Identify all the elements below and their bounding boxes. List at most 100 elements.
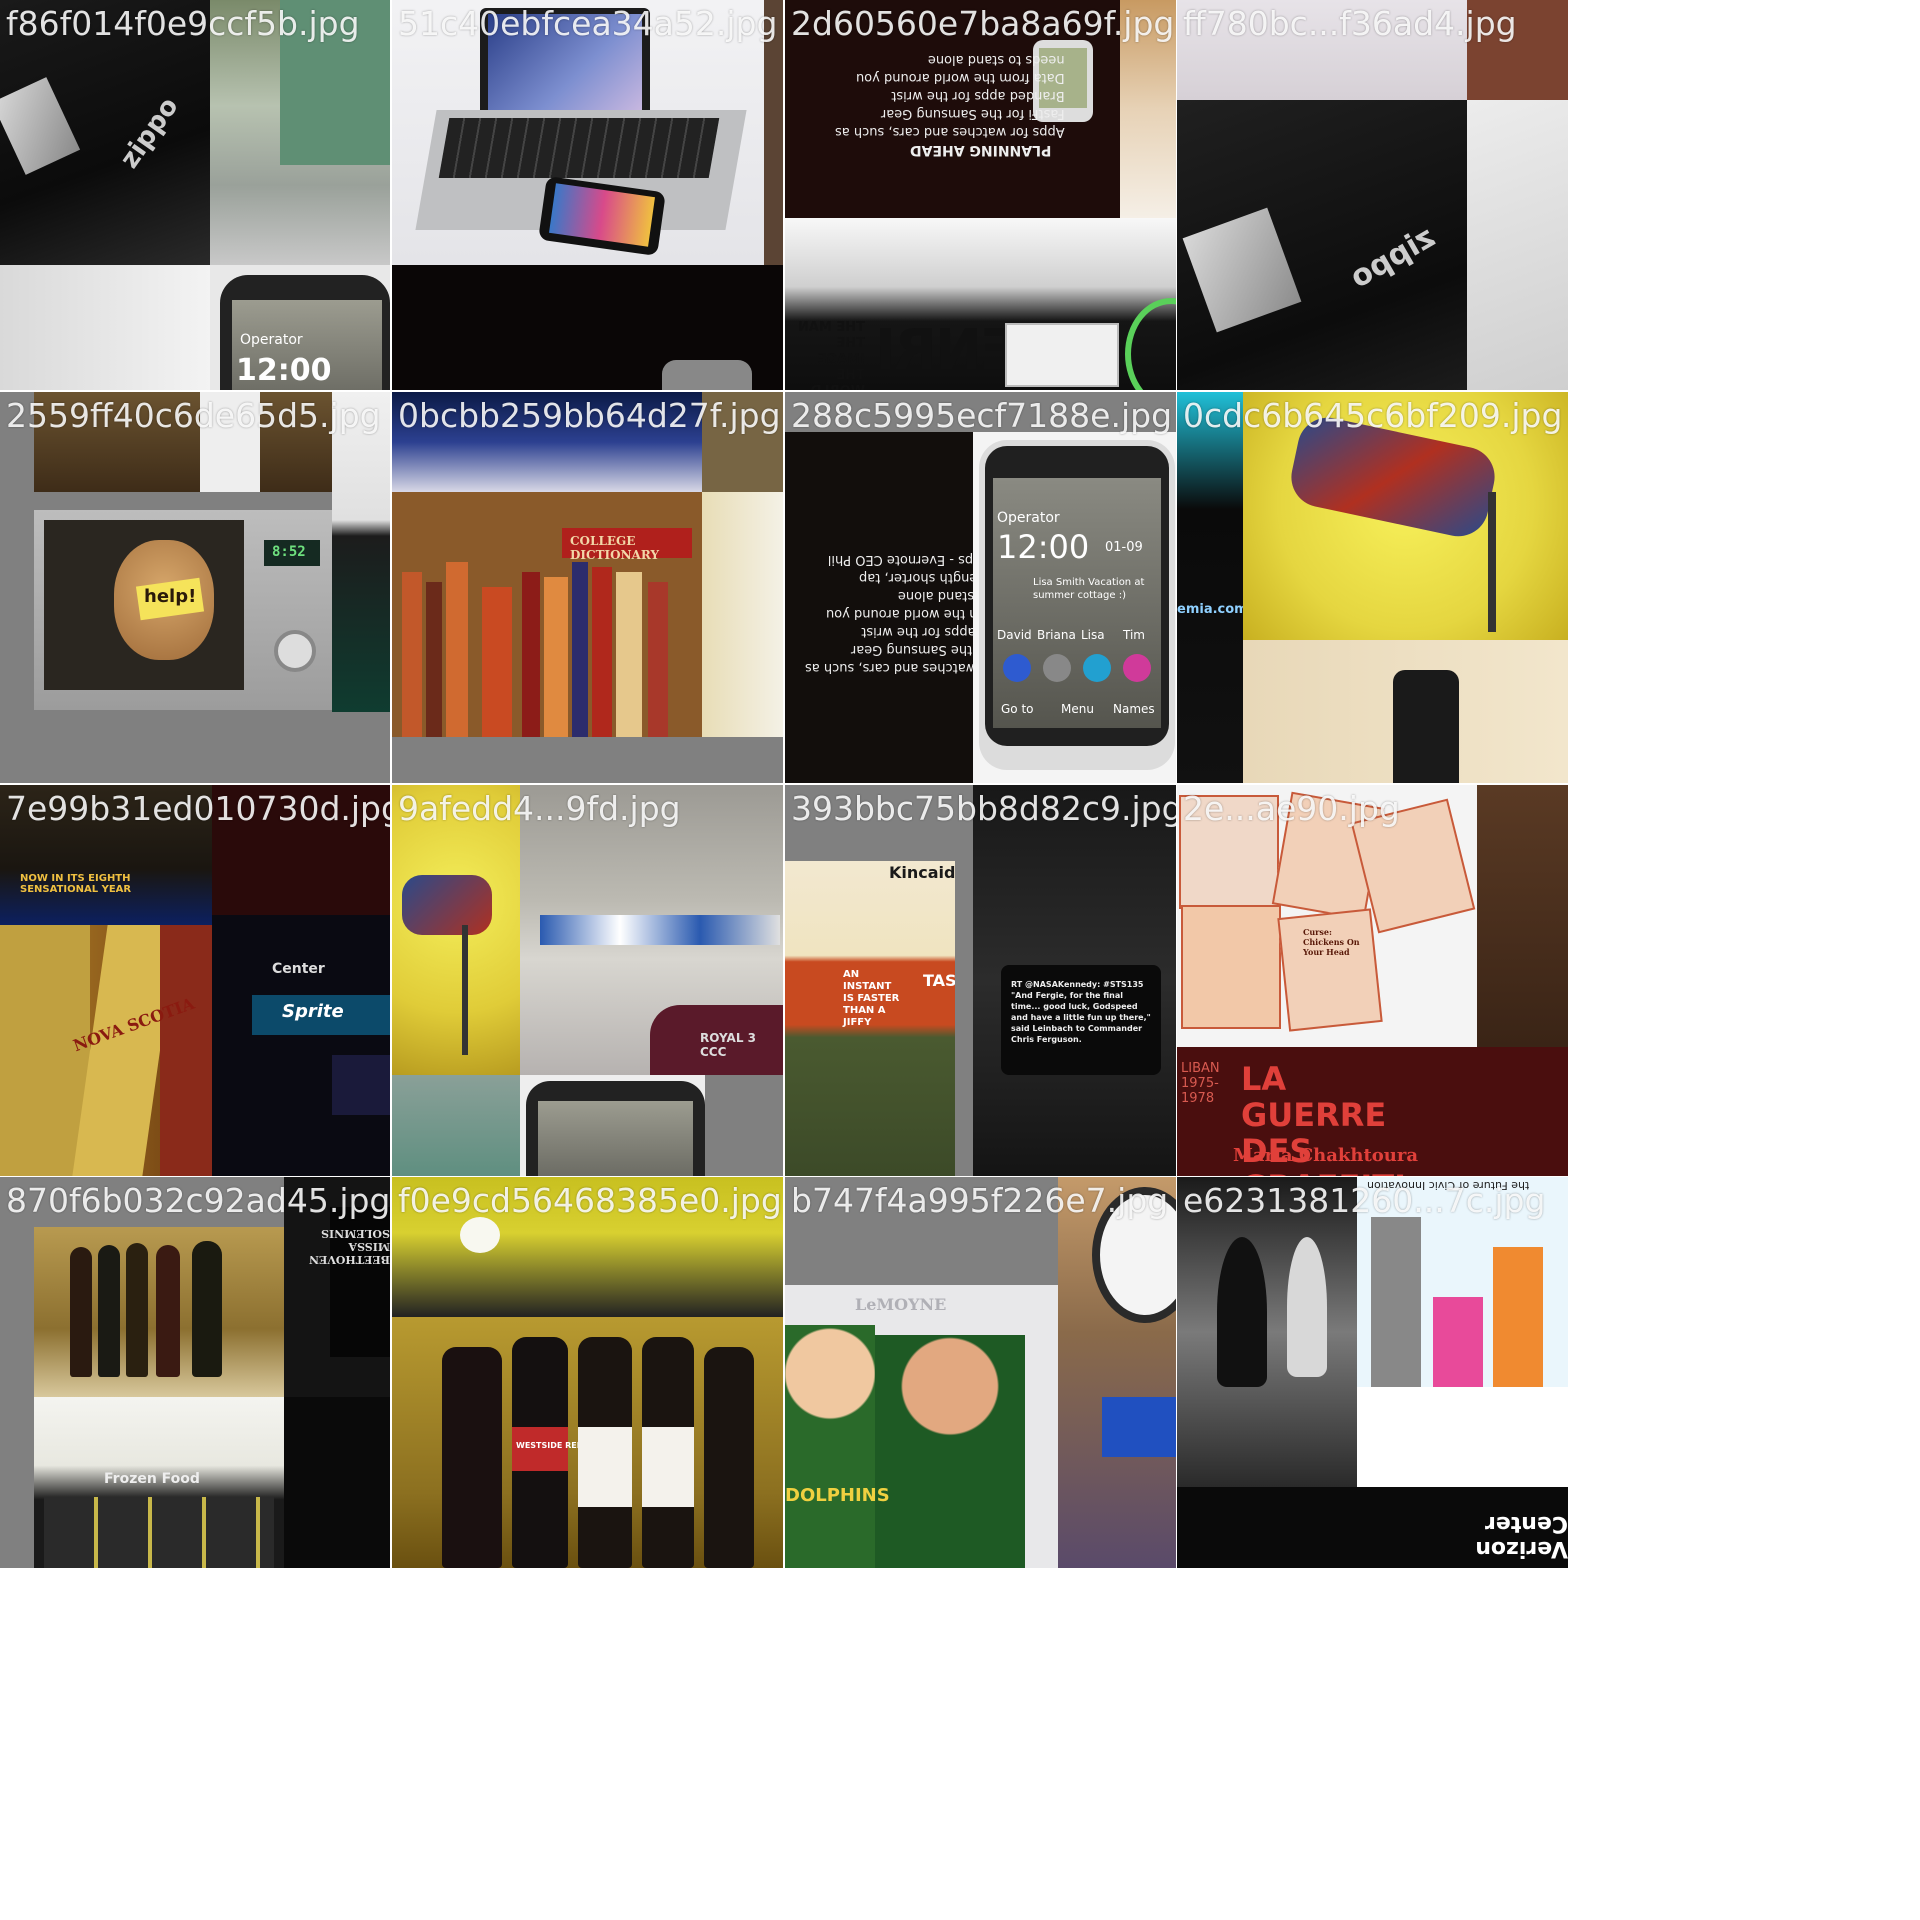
tile-photo: emia.com: [1177, 392, 1243, 783]
tile-photo: Frozen Food: [34, 1397, 284, 1568]
tile[interactable]: help! 8:52 2559ff40c6de65d5.jpg: [0, 392, 390, 783]
tile[interactable]: the Future of Civic Innovation Verizon C…: [1177, 1177, 1568, 1568]
tile[interactable]: LeMOYNE DOLPHINS b747f4a995f226e7.jpg: [785, 1177, 1176, 1568]
image-grid: zippo Operator 12:00 f86f014f0e9ccf5b.jp…: [0, 0, 1920, 1920]
tile-photo: ROYAL 3 CCC: [520, 785, 783, 1075]
tile-photo-text: RT @NASAKennedy: #STS135 "And Fergie, fo…: [1011, 980, 1151, 1044]
tile-photo-text: BEETHOVEN MISSA SOLEMNIS: [308, 1227, 390, 1266]
tile[interactable]: ROYAL 3 CCC 9afedd4...9fd.jpg: [392, 785, 783, 1176]
tile-photo: [392, 265, 783, 390]
tile-photo: [1058, 1177, 1176, 1568]
tile[interactable]: zippo Operator 12:00 f86f014f0e9ccf5b.jp…: [0, 0, 390, 390]
tile-photo: NOW IN ITS EIGHTH SENSATIONAL YEAR: [0, 785, 212, 925]
tile-photo: LeMOYNE DOLPHINS: [785, 1285, 1058, 1568]
tile-photo: [1177, 0, 1467, 100]
tile[interactable]: 51c40ebfcea34a52.jpg: [392, 0, 783, 390]
tile-photo-text: Sprite: [282, 1001, 344, 1022]
tile[interactable]: COLLEGE DICTIONARY 0bcbb259bb64d27f.jpg: [392, 392, 783, 783]
tile-photo: BEETHOVEN MISSA SOLEMNIS: [284, 1177, 390, 1397]
tile-photo: PLANNING AHEAD Apps for watches and cars…: [785, 0, 1120, 218]
tile-photo-text: COLLEGE DICTIONARY: [570, 534, 660, 562]
tile-photo-text: Curse: Chickens On Your Head: [1303, 927, 1360, 957]
tile-photo-text: zippo: [1344, 219, 1441, 296]
tile-photo: [0, 265, 210, 390]
tile-photo-text: LeMOYNE: [855, 1295, 947, 1314]
tile-photo-text: 8:52: [272, 544, 306, 560]
tile-photo-text: NOW IN ITS EIGHTH SENSATIONAL YEAR: [20, 873, 132, 895]
tile-photo-text: zippo: [114, 91, 185, 175]
tile-photo: [332, 392, 390, 712]
tile-photo: Kincaid AN INSTANT IS FASTER THAN A JIFF…: [785, 861, 955, 1176]
tile-photo: WESTSIDE RED: [392, 1317, 783, 1568]
phone-contact: Lisa: [1081, 628, 1105, 642]
tile-photo: [1243, 392, 1568, 640]
tile-photo: [520, 1075, 705, 1176]
tile-photo-text: Maria Chakhtoura: [1233, 1145, 1419, 1166]
tile-photo: [702, 392, 783, 492]
tile-photo: zippo: [1177, 100, 1467, 390]
tile[interactable]: emia.com 0cdc6b645c6bf209.jpg: [1177, 392, 1568, 783]
tile-photo: the Future of Civic Innovation: [1357, 1177, 1568, 1487]
tile-photo: [34, 392, 332, 492]
tile-photo: [34, 1227, 284, 1397]
tile-photo: LIBAN 1975-1978 LA GUERRE DES GRAFFITI M…: [1177, 1047, 1568, 1176]
tile-photo: [392, 1075, 520, 1176]
tile-photo-text: ROYAL 3 CCC: [700, 1031, 757, 1059]
tile[interactable]: WESTSIDE RED f0e9cd56468385e0.jpg: [392, 1177, 783, 1568]
tile-photo: RT @NASAKennedy: #STS135 "And Fergie, fo…: [973, 785, 1176, 1176]
tile-photo: [1477, 785, 1568, 1047]
tile-photo: NOVA SCOTIA: [0, 925, 212, 1176]
tile-photo: [210, 0, 390, 265]
phone-operator: Operator: [997, 510, 1060, 526]
tile-photo: Operator 12:00 01-09 Lisa Smith Vacation…: [973, 432, 1176, 783]
phone-contact: David: [997, 628, 1032, 642]
tile[interactable]: Kincaid AN INSTANT IS FASTER THAN A JIFF…: [785, 785, 1176, 1176]
tile-photo-text: Verizon Center: [1475, 1511, 1568, 1561]
tile[interactable]: zippo ff780bc...f36ad4.jpg: [1177, 0, 1568, 390]
tile-photo-text: Center: [272, 961, 325, 977]
phone-status: Lisa Smith Vacation at summer cottage :): [1033, 577, 1145, 601]
tile-photo-text: DOLPHINS: [785, 1485, 890, 1506]
tile-photo-text: PLANNING AHEAD: [910, 142, 1052, 158]
tile-photo: [1120, 0, 1176, 218]
tile-photo-text: the Future of Civic Innovation: [1367, 1179, 1530, 1192]
tile-photo-text: TASTE: [923, 971, 955, 990]
tile-photo: [392, 392, 702, 492]
tile-photo-text: help!: [144, 586, 197, 607]
tile-photo: Verizon Center: [1177, 1487, 1568, 1568]
tile[interactable]: NOW IN ITS EIGHTH SENSATIONAL YEAR NOVA …: [0, 785, 390, 1176]
tile[interactable]: Apps for watches and cars, such as FastF…: [785, 392, 1176, 783]
tile-photo: Center Sprite: [212, 915, 390, 1176]
tile[interactable]: PLANNING AHEAD Apps for watches and cars…: [785, 0, 1176, 390]
tile-photo-text: Kincaid: [889, 863, 955, 882]
tile-photo: [1467, 0, 1568, 100]
tile-photo: zippo: [0, 0, 210, 265]
tile-photo: Curse: Chickens On Your Head: [1177, 785, 1477, 1047]
tile-photo: [1177, 1177, 1357, 1487]
phone-time: 12:00: [997, 528, 1090, 566]
tile[interactable]: Curse: Chickens On Your Head LIBAN 1975-…: [1177, 785, 1568, 1176]
phone-date: 01-09: [1105, 540, 1143, 555]
tile-photo-text: emia.com: [1177, 602, 1243, 617]
tile-photo: help! 8:52: [34, 510, 332, 710]
tile-photo: [212, 785, 390, 915]
tile-photo: [284, 1397, 390, 1568]
tile-photo: Operator 12:00: [210, 265, 390, 390]
tile-photo: [392, 0, 764, 265]
tile[interactable]: BEETHOVEN MISSA SOLEMNIS Frozen Food 870…: [0, 1177, 390, 1568]
tile-photo-text: WESTSIDE RED: [516, 1441, 584, 1450]
tile-photo: [392, 1177, 783, 1317]
tile-photo: [1243, 640, 1568, 783]
phone-contact: Tim: [1123, 628, 1145, 642]
tile-photo: [392, 785, 520, 1075]
tile-filename: 288c5995ecf7188e.jpg: [791, 396, 1173, 435]
tile-photo: [702, 492, 783, 737]
tile-photo-text: THE MAN THE IMAGE THE WORLD: [797, 320, 865, 390]
phone-contact: Briana: [1037, 628, 1076, 642]
tile-photo-text: Frozen Food: [104, 1471, 200, 1487]
tile-photo: HENRI THE MAN THE IMAGE THE WORLD: [785, 218, 1176, 390]
tile-photo: Apps for watches and cars, such as FastF…: [785, 432, 973, 783]
tile-photo: [1467, 100, 1568, 390]
phone-softkey: Names: [1113, 702, 1155, 716]
phone-softkey: Go to: [1001, 702, 1034, 716]
